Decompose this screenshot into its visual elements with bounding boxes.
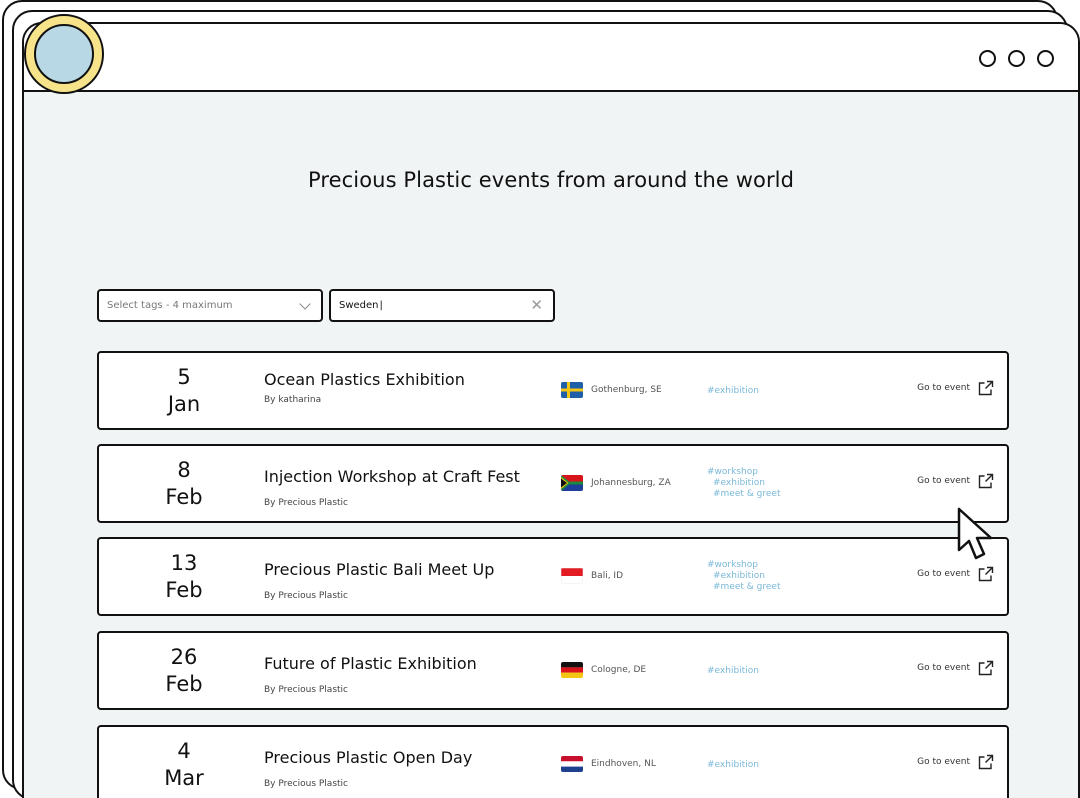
event-author: By Precious Plastic <box>264 591 348 601</box>
event-card[interactable]: 5 Jan Ocean Plastics Exhibition By katha… <box>97 351 1009 430</box>
event-date: 4 Mar <box>99 738 269 792</box>
de-flag-icon <box>561 662 583 678</box>
event-date: 8 Feb <box>99 457 269 511</box>
event-tag[interactable]: #workshop <box>707 560 780 571</box>
event-tags: #exhibition <box>707 386 759 397</box>
event-author: By Precious Plastic <box>264 498 348 508</box>
event-date: 13 Feb <box>99 550 269 604</box>
event-location-label: Eindhoven, NL <box>591 759 656 769</box>
event-tag[interactable]: #meet & greet <box>707 582 780 593</box>
event-date: 5 Jan <box>99 364 269 418</box>
window-controls <box>979 50 1054 67</box>
event-location-label: Gothenburg, SE <box>591 385 662 395</box>
event-tag[interactable]: #exhibition <box>707 478 780 489</box>
filters-bar: Select tags - 4 maximum Sweden ✕ <box>97 289 555 322</box>
event-author: By katharina <box>264 395 322 405</box>
event-tags: #workshop #exhibition #meet & greet <box>707 467 780 500</box>
event-location: Gothenburg, SE <box>561 382 662 398</box>
event-title[interactable]: Ocean Plastics Exhibition <box>264 370 465 389</box>
event-location-label: Johannesburg, ZA <box>591 478 671 488</box>
close-icon[interactable]: ✕ <box>530 298 543 313</box>
external-link-icon <box>978 473 994 489</box>
tags-select[interactable]: Select tags - 4 maximum <box>97 289 323 322</box>
event-month: Jan <box>167 392 201 416</box>
event-title[interactable]: Future of Plastic Exhibition <box>264 654 477 673</box>
event-tag[interactable]: #exhibition <box>707 571 780 582</box>
external-link-icon <box>978 754 994 770</box>
event-card[interactable]: 26 Feb Future of Plastic Exhibition By P… <box>97 631 1009 710</box>
event-date: 26 Feb <box>99 644 269 698</box>
event-tag[interactable]: #exhibition <box>707 760 759 771</box>
event-day: 5 <box>177 365 191 389</box>
location-search-input[interactable]: Sweden ✕ <box>329 289 555 322</box>
event-month: Feb <box>165 672 203 696</box>
event-card[interactable]: 13 Feb Precious Plastic Bali Meet Up By … <box>97 537 1009 616</box>
event-card[interactable]: 8 Feb Injection Workshop at Craft Fest B… <box>97 444 1009 523</box>
se-flag-icon <box>561 382 583 398</box>
precious-plastic-logo[interactable] <box>24 14 104 94</box>
external-link-icon <box>978 660 994 676</box>
go-to-event-link[interactable]: Go to event <box>917 754 994 770</box>
id-flag-icon <box>561 568 583 584</box>
search-input-value: Sweden <box>339 300 383 311</box>
event-tag[interactable]: #exhibition <box>707 386 759 397</box>
event-location: Cologne, DE <box>561 662 646 678</box>
event-tag[interactable]: #meet & greet <box>707 489 780 500</box>
event-author: By Precious Plastic <box>264 685 348 695</box>
external-link-icon <box>978 380 994 396</box>
go-to-event-label: Go to event <box>917 383 970 393</box>
event-tags: #exhibition <box>707 760 759 771</box>
event-tags: #exhibition <box>707 666 759 677</box>
event-title[interactable]: Precious Plastic Bali Meet Up <box>264 560 494 579</box>
window-titlebar <box>24 24 1078 92</box>
event-month: Feb <box>165 578 203 602</box>
go-to-event-label: Go to event <box>917 757 970 767</box>
event-location: Eindhoven, NL <box>561 756 656 772</box>
event-card[interactable]: 4 Mar Precious Plastic Open Day By Preci… <box>97 725 1009 798</box>
event-tag[interactable]: #exhibition <box>707 666 759 677</box>
event-title[interactable]: Precious Plastic Open Day <box>264 748 472 767</box>
logo-globe <box>34 24 94 84</box>
go-to-event-link[interactable]: Go to event <box>917 380 994 396</box>
external-link-icon <box>978 566 994 582</box>
go-to-event-label: Go to event <box>917 476 970 486</box>
event-location: Johannesburg, ZA <box>561 475 671 491</box>
browser-window: Precious Plastic events from around the … <box>22 22 1080 798</box>
event-day: 13 <box>170 551 198 575</box>
event-day: 8 <box>177 458 191 482</box>
event-location-label: Bali, ID <box>591 571 623 581</box>
go-to-event-link[interactable]: Go to event <box>917 473 994 489</box>
event-day: 4 <box>177 739 191 763</box>
go-to-event-label: Go to event <box>917 569 970 579</box>
window-control-button[interactable] <box>1008 50 1025 67</box>
chevron-down-icon <box>299 297 311 310</box>
go-to-event-link[interactable]: Go to event <box>917 660 994 676</box>
window-control-button[interactable] <box>979 50 996 67</box>
event-author: By Precious Plastic <box>264 779 348 789</box>
go-to-event-link[interactable]: Go to event <box>917 566 994 582</box>
nl-flag-icon <box>561 756 583 772</box>
window-control-button[interactable] <box>1037 50 1054 67</box>
event-day: 26 <box>170 645 198 669</box>
tags-select-placeholder: Select tags - 4 maximum <box>107 300 233 311</box>
za-flag-icon <box>561 475 583 491</box>
event-month: Mar <box>164 766 204 790</box>
event-location: Bali, ID <box>561 568 623 584</box>
mouse-pointer-icon <box>957 507 993 560</box>
event-title[interactable]: Injection Workshop at Craft Fest <box>264 467 520 486</box>
go-to-event-label: Go to event <box>917 663 970 673</box>
event-tag[interactable]: #workshop <box>707 467 780 478</box>
page-title: Precious Plastic events from around the … <box>307 168 795 192</box>
event-tags: #workshop #exhibition #meet & greet <box>707 560 780 593</box>
event-month: Feb <box>165 485 203 509</box>
event-location-label: Cologne, DE <box>591 665 647 675</box>
